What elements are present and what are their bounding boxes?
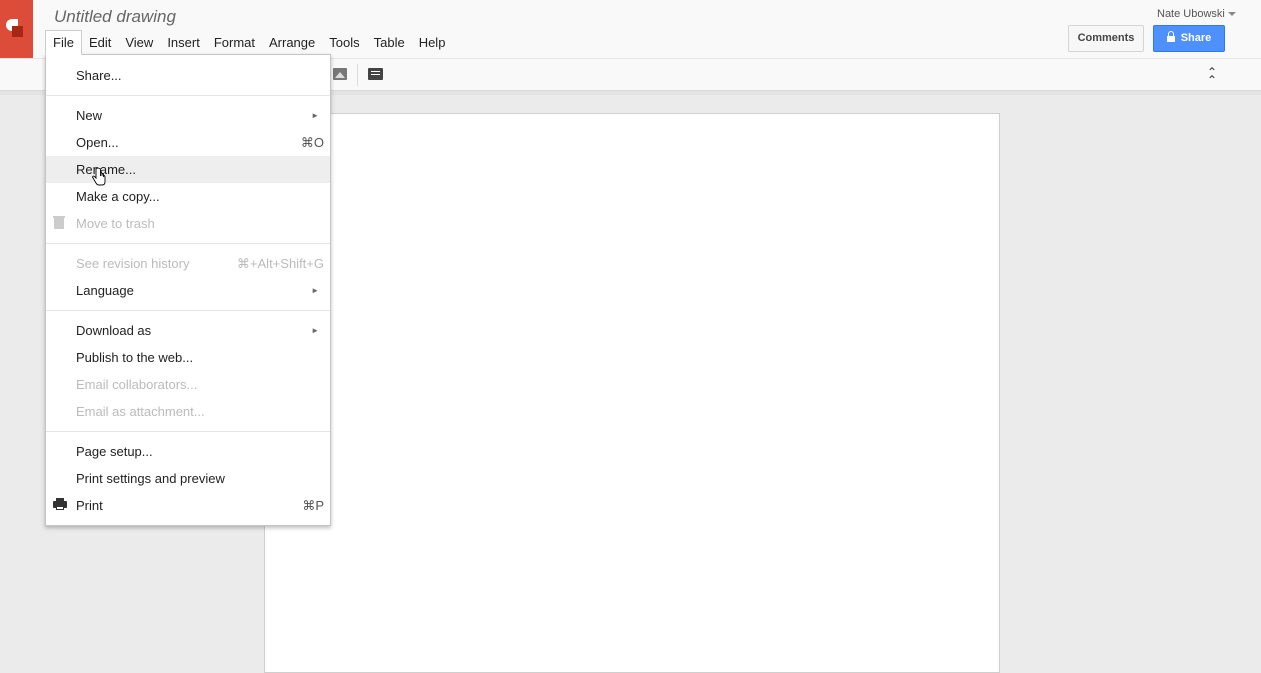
menu-print-settings-label: Print settings and preview <box>76 471 225 486</box>
hand-cursor-icon <box>92 168 106 186</box>
menu-email-collaborators-label: Email collaborators... <box>76 377 198 392</box>
menu-download-as[interactable]: Download as ► <box>46 317 330 344</box>
menu-print-settings[interactable]: Print settings and preview <box>46 465 330 492</box>
menu-share[interactable]: Share... <box>46 62 330 89</box>
drawings-logo[interactable] <box>0 0 33 58</box>
menu-print-shortcut: ⌘P <box>302 498 324 513</box>
toolbar-divider <box>357 64 358 86</box>
menu-edit[interactable]: Edit <box>82 30 118 55</box>
menu-share-label: Share... <box>76 68 122 83</box>
menu-publish[interactable]: Publish to the web... <box>46 344 330 371</box>
menu-separator <box>46 431 330 432</box>
menu-format[interactable]: Format <box>207 30 262 55</box>
menu-email-collaborators[interactable]: Email collaborators... <box>46 371 330 398</box>
menu-open-label: Open... <box>76 135 119 150</box>
drawing-canvas[interactable] <box>264 113 1000 673</box>
menu-move-to-trash[interactable]: Move to trash <box>46 210 330 237</box>
menu-insert[interactable]: Insert <box>160 30 207 55</box>
menu-separator <box>46 243 330 244</box>
file-menu-dropdown: Share... New ► Open... ⌘O Rename... Make a… <box>45 54 331 526</box>
menu-email-attachment[interactable]: Email as attachment... <box>46 398 330 425</box>
submenu-arrow-icon: ► <box>311 286 319 295</box>
lock-icon <box>1166 31 1175 43</box>
menu-page-setup[interactable]: Page setup... <box>46 438 330 465</box>
menu-move-to-trash-label: Move to trash <box>76 216 155 231</box>
menu-new[interactable]: New ► <box>46 102 330 129</box>
menu-publish-label: Publish to the web... <box>76 350 194 365</box>
menu-make-copy[interactable]: Make a copy... <box>46 183 330 210</box>
collapse-toolbar-icon[interactable]: ⌃ ⌃ <box>1204 66 1220 86</box>
menu-print-label: Print <box>76 498 103 513</box>
image-icon[interactable] <box>333 68 347 80</box>
comment-icon[interactable] <box>368 68 383 80</box>
trash-icon <box>53 216 65 229</box>
document-title[interactable]: Untitled drawing <box>54 7 176 27</box>
menu-open[interactable]: Open... ⌘O <box>46 129 330 156</box>
logo-shape-front <box>12 26 23 37</box>
menu-open-shortcut: ⌘O <box>300 135 324 150</box>
chevron-down-icon <box>1227 12 1236 17</box>
menu-rename[interactable]: Rename... <box>46 156 330 183</box>
menu-revision-history-shortcut: ⌘+Alt+Shift+G <box>236 256 324 271</box>
menu-page-setup-label: Page setup... <box>76 444 153 459</box>
menu-view[interactable]: View <box>118 30 160 55</box>
menu-email-attachment-label: Email as attachment... <box>76 404 205 419</box>
menu-file[interactable]: File <box>45 30 82 55</box>
comments-button[interactable]: Comments <box>1068 25 1144 52</box>
menu-download-as-label: Download as <box>76 323 152 338</box>
menu-tools[interactable]: Tools <box>322 30 366 55</box>
menu-separator <box>46 310 330 311</box>
submenu-arrow-icon: ► <box>311 326 319 335</box>
menu-language-label: Language <box>76 283 134 298</box>
submenu-arrow-icon: ► <box>311 111 319 120</box>
menu-separator <box>46 95 330 96</box>
print-icon <box>53 498 67 510</box>
menu-revision-history-label: See revision history <box>76 256 190 271</box>
menu-arrange[interactable]: Arrange <box>262 30 322 55</box>
menu-print[interactable]: Print ⌘P <box>46 492 330 519</box>
menu-new-label: New <box>76 108 103 123</box>
user-name: Nate Ubowski <box>1157 8 1225 20</box>
menu-table[interactable]: Table <box>367 30 412 55</box>
menubar: File Edit View Insert Format Arrange Too… <box>45 30 452 55</box>
comment-icon-line <box>371 74 380 75</box>
share-button[interactable]: Share <box>1153 25 1225 52</box>
menu-revision-history[interactable]: See revision history ⌘+Alt+Shift+G <box>46 250 330 277</box>
comment-icon-line <box>371 71 380 72</box>
share-button-label: Share <box>1180 32 1212 44</box>
menu-help[interactable]: Help <box>412 30 453 55</box>
account-menu[interactable]: Nate Ubowski <box>1157 8 1236 20</box>
menu-language[interactable]: Language ► <box>46 277 330 304</box>
menu-make-copy-label: Make a copy... <box>76 189 160 204</box>
